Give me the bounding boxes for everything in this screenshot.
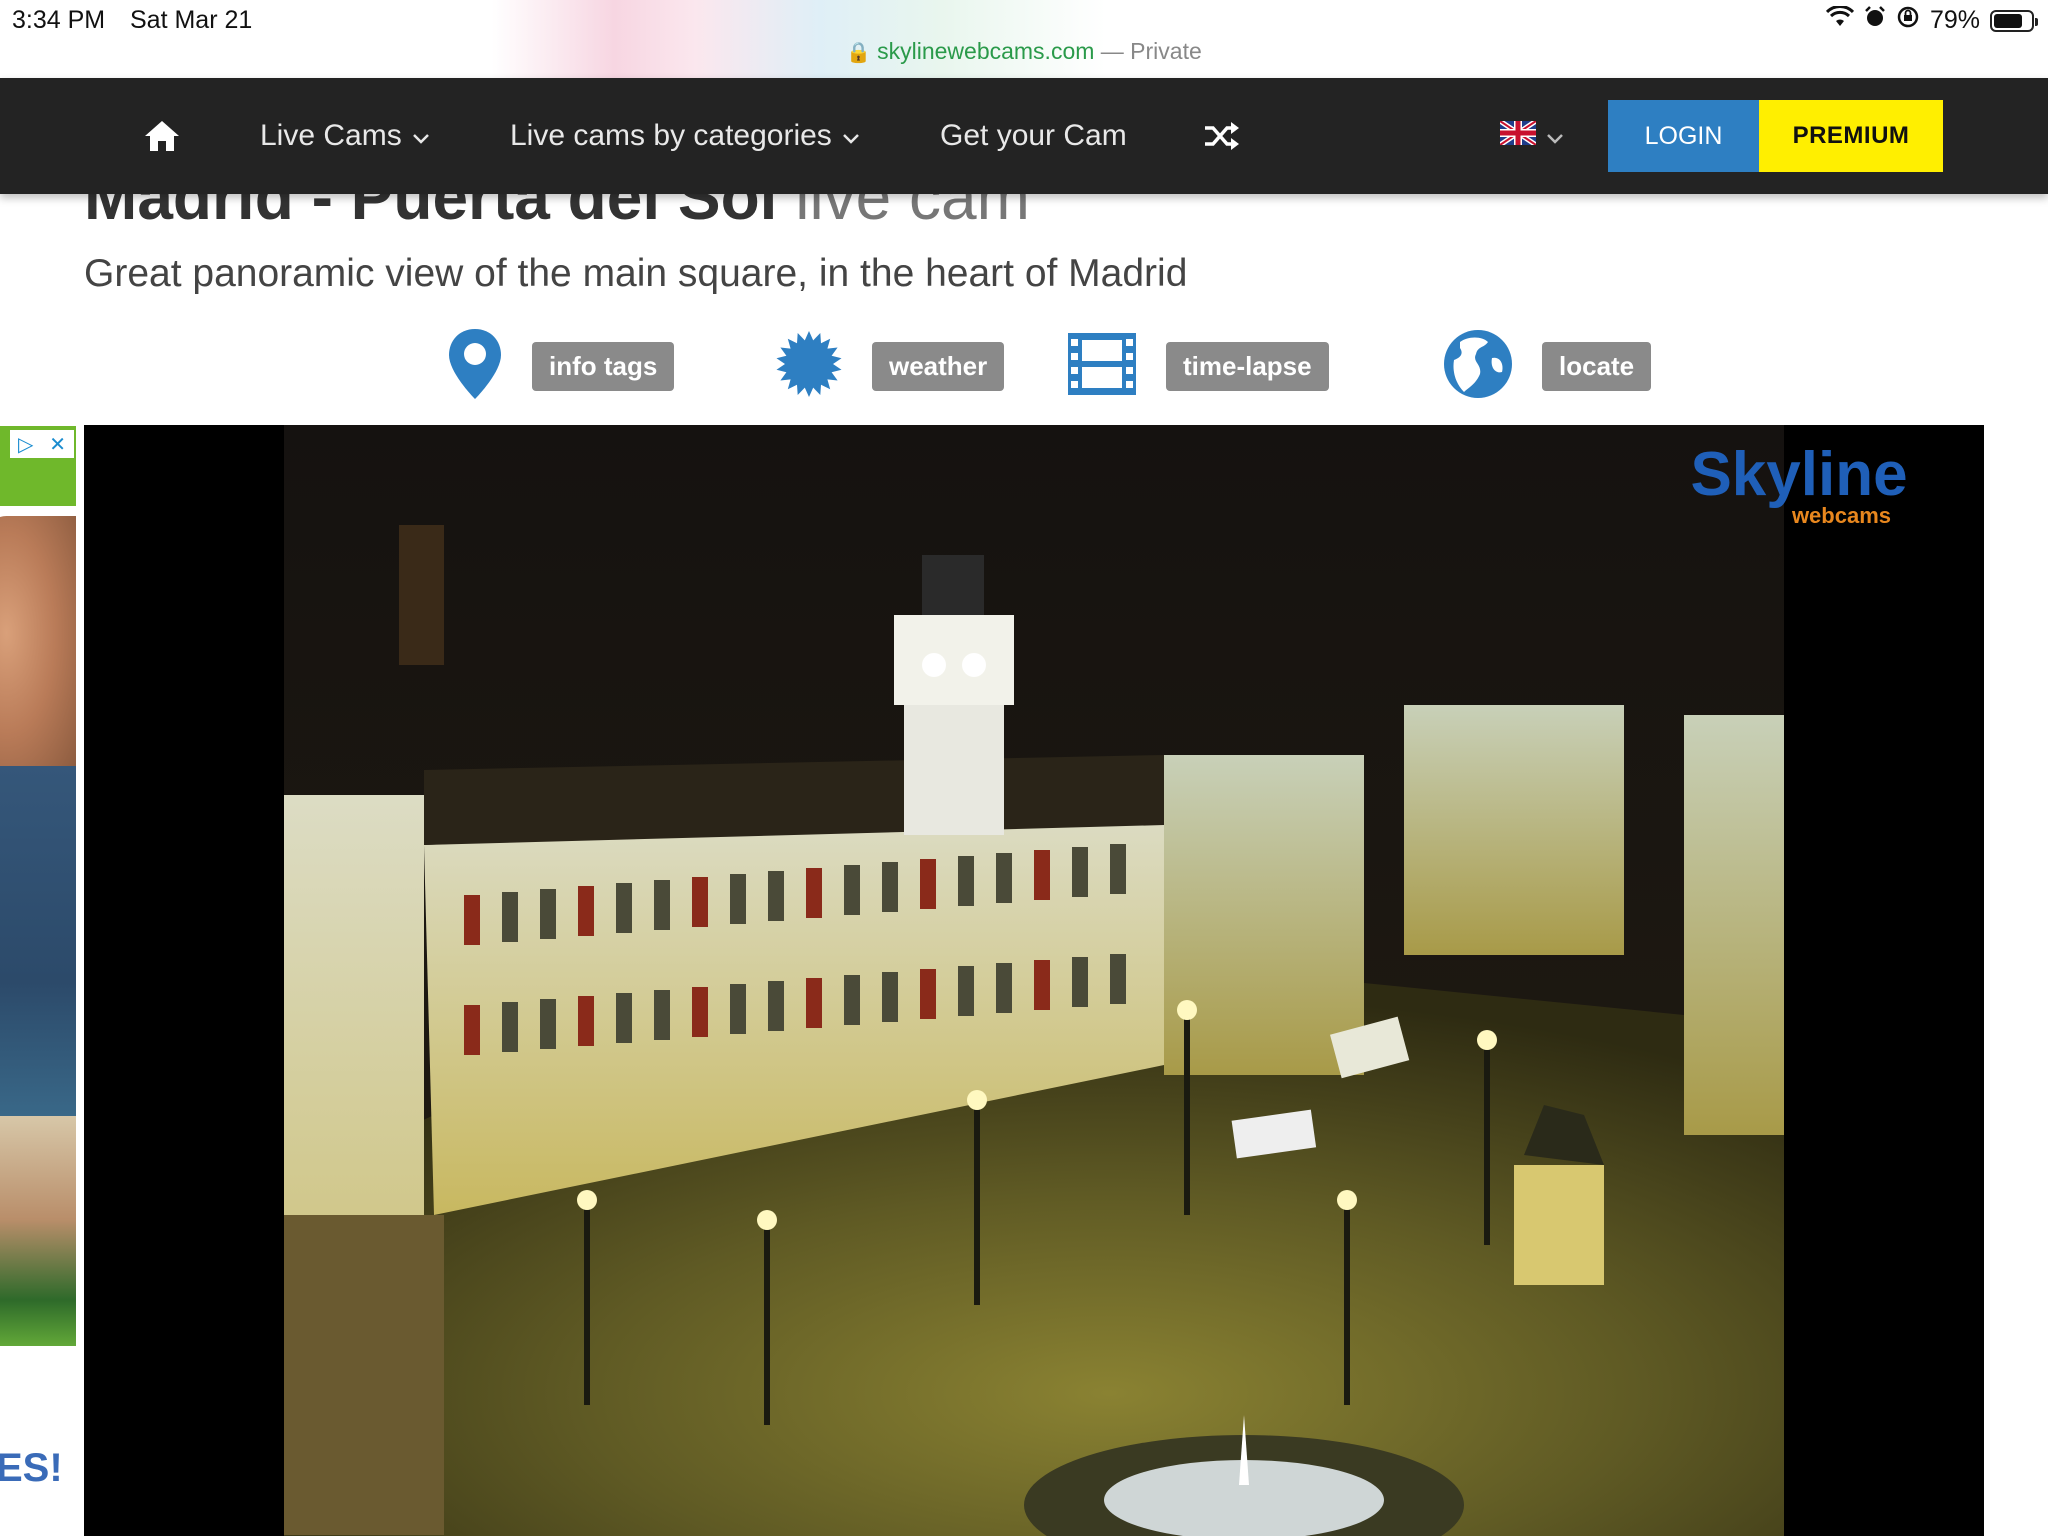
ad-text: ES!: [0, 1446, 63, 1490]
locate-action[interactable]: locate: [1442, 326, 1652, 406]
info-tags-action[interactable]: info tags: [446, 326, 675, 406]
chevron-down-icon: [842, 119, 860, 153]
nav-categories[interactable]: Live cams by categories: [510, 78, 860, 194]
globe-icon: [1442, 328, 1514, 405]
time-lapse-action[interactable]: time-lapse: [1066, 326, 1329, 406]
nav-get-cam-label: Get your Cam: [940, 119, 1127, 152]
login-button[interactable]: LOGIN: [1608, 100, 1759, 172]
ad-choices-badge[interactable]: ▷ ✕: [10, 430, 74, 458]
ad-shirt-image: [0, 766, 76, 1126]
language-selector[interactable]: [1498, 78, 1564, 194]
shuffle-icon[interactable]: [1203, 78, 1241, 194]
logo-main-text: Skyline: [1690, 440, 1907, 509]
ad-person-image: [0, 516, 76, 776]
webcam-video-frame: [284, 425, 1784, 1536]
battery-icon: [1990, 9, 2038, 32]
nav-get-your-cam[interactable]: Get your Cam: [940, 78, 1127, 194]
url-domain: skylinewebcams.com: [877, 38, 1095, 64]
time-lapse-button[interactable]: time-lapse: [1166, 341, 1329, 391]
battery-percent: 79%: [1929, 6, 1980, 34]
webcam-player[interactable]: Skyline webcams: [84, 425, 1984, 1536]
status-indicators: 79%: [1825, 5, 2038, 35]
site-navbar: Live Cams Live cams by categories Get yo…: [0, 78, 2048, 194]
url-bar[interactable]: 🔒 skylinewebcams.com — Private: [0, 38, 2048, 65]
close-icon[interactable]: ✕: [49, 432, 66, 457]
rotation-lock-icon: [1896, 6, 1920, 35]
map-pin-icon: [446, 327, 504, 406]
nav-live-cams-label: Live Cams: [260, 119, 402, 152]
ad-house-image: [0, 1116, 76, 1346]
side-advertisement[interactable]: ▷ ✕ ES!: [0, 426, 76, 1536]
chevron-down-icon: [412, 119, 430, 153]
lock-icon: 🔒: [846, 42, 872, 64]
weather-action[interactable]: weather: [774, 326, 1005, 406]
film-icon: [1066, 331, 1138, 402]
page-subtitle: Great panoramic view of the main square,…: [84, 252, 1188, 295]
nav-live-cams[interactable]: Live Cams: [260, 78, 430, 194]
uk-flag-icon: [1498, 118, 1538, 153]
chevron-down-icon: [1546, 119, 1564, 153]
alarm-icon: [1864, 6, 1886, 35]
status-time: 3:34 PM: [12, 6, 106, 34]
status-date: Sat Mar 21: [130, 6, 253, 34]
logo-sub-text: webcams: [1791, 503, 1891, 528]
wifi-icon: [1825, 5, 1855, 35]
status-bar: 3:34 PM Sat Mar 21 79% 🔒 skylinewebcams.c…: [0, 0, 2048, 78]
home-icon[interactable]: [143, 78, 181, 194]
private-label: — Private: [1100, 38, 1202, 64]
info-tags-button[interactable]: info tags: [532, 341, 675, 391]
nav-categories-label: Live cams by categories: [510, 119, 832, 152]
locate-button[interactable]: locate: [1542, 341, 1652, 391]
premium-button[interactable]: PREMIUM: [1759, 100, 1943, 172]
sun-icon: [774, 329, 844, 404]
weather-button[interactable]: weather: [872, 341, 1005, 391]
ad-bottom-area: [0, 1346, 76, 1536]
ad-banner-top: ▷ ✕: [0, 426, 76, 506]
ad-choices-icon: ▷: [17, 433, 34, 456]
skyline-logo[interactable]: Skyline webcams: [1679, 439, 1919, 529]
